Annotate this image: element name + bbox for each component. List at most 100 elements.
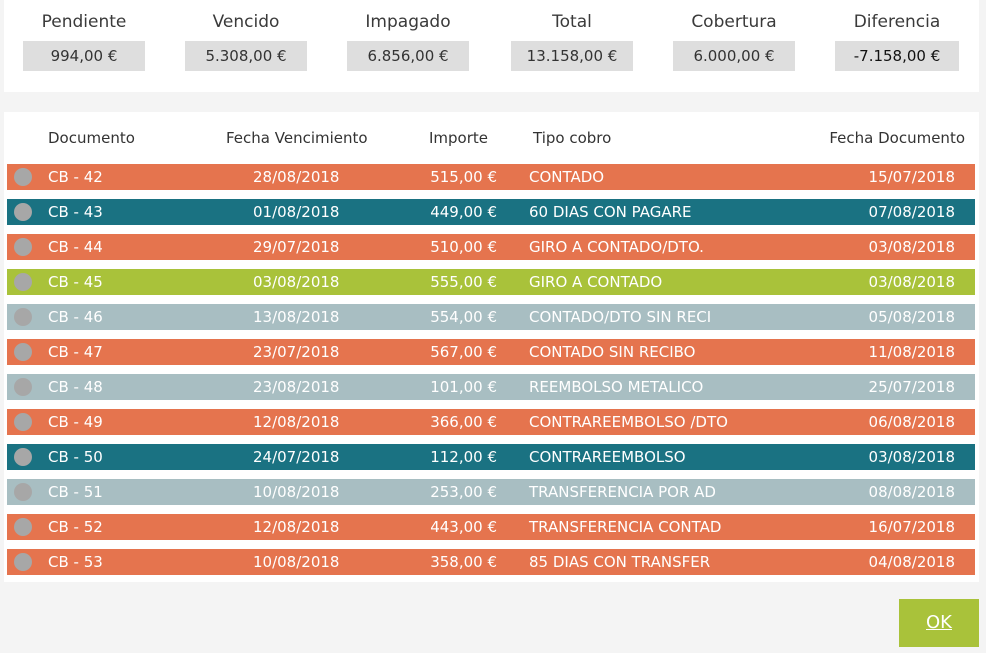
cell-tipo-cobro: TRANSFERENCIA POR AD xyxy=(529,483,716,501)
cell-tipo-cobro: CONTADO/DTO SIN RECI xyxy=(529,308,712,326)
circle-icon[interactable] xyxy=(14,448,32,466)
cell-documento: CB - 44 xyxy=(48,238,103,256)
circle-icon[interactable] xyxy=(14,343,32,361)
table-row[interactable]: CB - 43 01/08/2018 449,00 € 60 DIAS CON PAG… xyxy=(7,199,975,225)
cell-importe: 101,00 € xyxy=(430,378,497,396)
table-row[interactable]: CB - 42 28/08/2018 515,00 € CONTADO 15/07/20… xyxy=(7,164,975,190)
cell-importe: 112,00 € xyxy=(430,448,497,466)
header-documento[interactable]: Documento xyxy=(48,128,135,148)
header-tipo-cobro[interactable]: Tipo cobro xyxy=(533,128,611,148)
circle-icon[interactable] xyxy=(14,413,32,431)
summary-label: Pendiente xyxy=(41,12,127,32)
table-row[interactable]: CB - 46 13/08/2018 554,00 € CONTADO/DTO SIN… xyxy=(7,304,975,330)
cell-tipo-cobro: 60 DIAS CON PAGARE xyxy=(529,203,692,221)
summary-value: -7.158,00 € xyxy=(835,41,959,71)
header-importe[interactable]: Importe xyxy=(429,128,488,148)
cell-fecha-documento: 03/08/2018 xyxy=(868,273,955,291)
circle-icon[interactable] xyxy=(14,238,32,256)
circle-icon[interactable] xyxy=(14,378,32,396)
summary-panel: Pendiente 994,00 € Vencido 5.308,00 € Im… xyxy=(4,0,979,92)
cell-documento: CB - 51 xyxy=(48,483,103,501)
ok-button[interactable]: OK xyxy=(899,599,979,647)
cell-importe: 515,00 € xyxy=(430,168,497,186)
summary-label: Diferencia xyxy=(853,12,941,32)
summary-cobertura: Cobertura 6.000,00 € xyxy=(654,0,814,71)
summary-diferencia: Diferencia -7.158,00 € xyxy=(817,0,977,71)
cell-fecha-vencimiento: 10/08/2018 xyxy=(253,483,340,501)
cell-tipo-cobro: REEMBOLSO METALICO xyxy=(529,378,704,396)
summary-vencido: Vencido 5.308,00 € xyxy=(166,0,326,71)
cell-tipo-cobro: 85 DIAS CON TRANSFER xyxy=(529,553,711,571)
cell-tipo-cobro: CONTADO SIN RECIBO xyxy=(529,343,696,361)
cell-importe: 554,00 € xyxy=(430,308,497,326)
cell-fecha-vencimiento: 29/07/2018 xyxy=(253,238,340,256)
cell-documento: CB - 50 xyxy=(48,448,103,466)
cell-fecha-documento: 16/07/2018 xyxy=(868,518,955,536)
summary-value: 5.308,00 € xyxy=(185,41,307,71)
table-row[interactable]: CB - 48 23/08/2018 101,00 € REEMBOLSO METAL… xyxy=(7,374,975,400)
cell-importe: 449,00 € xyxy=(430,203,497,221)
cell-documento: CB - 45 xyxy=(48,273,103,291)
cell-tipo-cobro: GIRO A CONTADO xyxy=(529,273,663,291)
summary-value: 6.856,00 € xyxy=(347,41,469,71)
circle-icon[interactable] xyxy=(14,273,32,291)
table-row[interactable]: CB - 50 24/07/2018 112,00 € CONTRAREEMBOLSO… xyxy=(7,444,975,470)
cell-documento: CB - 48 xyxy=(48,378,103,396)
summary-total: Total 13.158,00 € xyxy=(492,0,652,71)
summary-pendiente: Pendiente 994,00 € xyxy=(4,0,164,71)
cell-fecha-documento: 15/07/2018 xyxy=(868,168,955,186)
cell-fecha-documento: 04/08/2018 xyxy=(868,553,955,571)
circle-icon[interactable] xyxy=(14,483,32,501)
cell-fecha-documento: 11/08/2018 xyxy=(868,343,955,361)
cell-fecha-vencimiento: 23/07/2018 xyxy=(253,343,340,361)
circle-icon[interactable] xyxy=(14,203,32,221)
circle-icon[interactable] xyxy=(14,308,32,326)
cell-importe: 366,00 € xyxy=(430,413,497,431)
table-row[interactable]: CB - 44 29/07/2018 510,00 € GIRO A CONTADO/… xyxy=(7,234,975,260)
cell-fecha-documento: 08/08/2018 xyxy=(868,483,955,501)
cell-fecha-vencimiento: 12/08/2018 xyxy=(253,413,340,431)
cell-fecha-vencimiento: 24/07/2018 xyxy=(253,448,340,466)
summary-value: 13.158,00 € xyxy=(511,41,633,71)
summary-label: Impagado xyxy=(365,12,451,32)
cell-documento: CB - 42 xyxy=(48,168,103,186)
cell-fecha-vencimiento: 12/08/2018 xyxy=(253,518,340,536)
cell-fecha-documento: 25/07/2018 xyxy=(868,378,955,396)
header-fecha-documento[interactable]: Fecha Documento xyxy=(829,128,965,148)
cell-documento: CB - 52 xyxy=(48,518,103,536)
summary-value: 994,00 € xyxy=(23,41,145,71)
summary-value: 6.000,00 € xyxy=(673,41,795,71)
cell-importe: 443,00 € xyxy=(430,518,497,536)
cell-tipo-cobro: CONTADO xyxy=(529,168,605,186)
cell-fecha-vencimiento: 01/08/2018 xyxy=(253,203,340,221)
cell-importe: 253,00 € xyxy=(430,483,497,501)
summary-label: Vencido xyxy=(212,12,280,32)
cell-documento: CB - 43 xyxy=(48,203,103,221)
cell-tipo-cobro: CONTRAREEMBOLSO /DTO xyxy=(529,413,728,431)
cell-fecha-vencimiento: 13/08/2018 xyxy=(253,308,340,326)
table-row[interactable]: CB - 49 12/08/2018 366,00 € CONTRAREEMBOLSO… xyxy=(7,409,975,435)
circle-icon[interactable] xyxy=(14,518,32,536)
circle-icon[interactable] xyxy=(14,168,32,186)
cell-fecha-vencimiento: 03/08/2018 xyxy=(253,273,340,291)
cell-importe: 555,00 € xyxy=(430,273,497,291)
cell-importe: 567,00 € xyxy=(430,343,497,361)
summary-label: Cobertura xyxy=(691,12,777,32)
table-row[interactable]: CB - 51 10/08/2018 253,00 € TRANSFERENCIA P… xyxy=(7,479,975,505)
table-row[interactable]: CB - 53 10/08/2018 358,00 € 85 DIAS CON TRA… xyxy=(7,549,975,575)
cell-importe: 358,00 € xyxy=(430,553,497,571)
table-row[interactable]: CB - 52 12/08/2018 443,00 € TRANSFERENCIA C… xyxy=(7,514,975,540)
summary-label: Total xyxy=(552,12,592,32)
summary-impagado: Impagado 6.856,00 € xyxy=(328,0,488,71)
table-row[interactable]: CB - 45 03/08/2018 555,00 € GIRO A CONTADO 0… xyxy=(7,269,975,295)
circle-icon[interactable] xyxy=(14,553,32,571)
cell-tipo-cobro: TRANSFERENCIA CONTAD xyxy=(529,518,722,536)
documents-table: Documento Fecha Vencimiento Importe Tipo… xyxy=(4,112,979,582)
cell-fecha-vencimiento: 28/08/2018 xyxy=(253,168,340,186)
cell-documento: CB - 47 xyxy=(48,343,103,361)
cell-fecha-documento: 06/08/2018 xyxy=(868,413,955,431)
cell-fecha-documento: 05/08/2018 xyxy=(868,308,955,326)
header-fecha-vencimiento[interactable]: Fecha Vencimiento xyxy=(226,128,368,148)
cell-importe: 510,00 € xyxy=(430,238,497,256)
table-row[interactable]: CB - 47 23/07/2018 567,00 € CONTADO SIN REC… xyxy=(7,339,975,365)
